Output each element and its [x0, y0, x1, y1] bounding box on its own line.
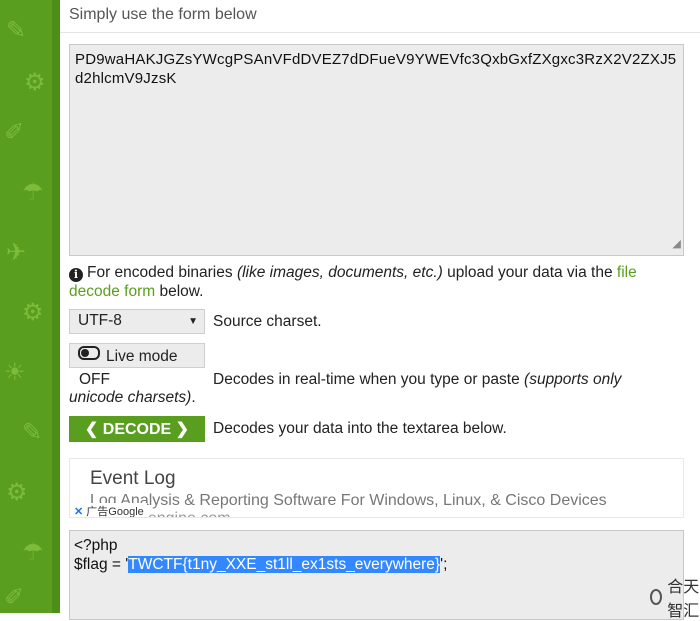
binary-info-text: i For encoded binaries (like images, docu… — [69, 264, 637, 300]
doodle-icon: ✎ — [6, 16, 27, 44]
doodle-icon: ☀ — [4, 358, 26, 386]
chevron-down-icon: ▼ — [188, 316, 198, 327]
info-icon: i — [69, 268, 83, 282]
encoded-input-value: PD9waHAKJGZsYWcgPSAnVFdDVEZ7dDFueV9YWEVf… — [75, 51, 677, 87]
decoded-output-textarea[interactable]: <?php $flag = 'TWCTF{t1ny_XXE_st1ll_ex1s… — [69, 530, 684, 620]
charset-selected-value: UTF-8 — [78, 312, 122, 329]
doodle-icon: ✐ — [4, 118, 25, 146]
content-border — [52, 0, 60, 613]
ad-badge-label: 广告Google — [86, 506, 144, 518]
encoded-input-textarea[interactable]: PD9waHAKJGZsYWcgPSAnVFdDVEZ7dDFueV9YWEVf… — [69, 44, 684, 256]
decode-description: Decodes your data into the textarea belo… — [213, 420, 507, 437]
doodle-icon: ☂ — [22, 178, 44, 206]
charset-select[interactable]: UTF-8 ▼ — [69, 309, 205, 334]
wechat-icon — [650, 589, 663, 605]
charset-label: Source charset. — [213, 313, 322, 330]
left-decorative-stripe: ✎ ⚙ ✐ ☂ ✈ ⚙ ☀ ✎ ⚙ ☂ ✐ — [0, 0, 52, 613]
doodle-icon: ⚙ — [22, 298, 44, 326]
ad-text: Log Analysis & Reporting Software For Wi… — [90, 492, 607, 509]
watermark: 合天智汇 — [650, 573, 700, 621]
doodle-icon: ✐ — [4, 583, 25, 611]
watermark-text: 合天智汇 — [667, 577, 700, 620]
doodle-icon: ☂ — [22, 538, 44, 566]
ad-title[interactable]: Event Log — [90, 468, 176, 490]
resize-grip-icon[interactable]: ◢ — [672, 235, 681, 254]
advertisement[interactable]: Event Log Log Analysis & Reporting Softw… — [69, 458, 684, 518]
output-line-2: $flag = 'TWCTF{t1ny_XXE_st1ll_ex1sts_eve… — [74, 556, 448, 573]
doodle-icon: ⚙ — [24, 68, 46, 96]
decode-button-label: DECODE — [102, 421, 172, 438]
close-icon[interactable]: ✕ — [74, 506, 83, 517]
form-intro-text: Simply use the form below — [69, 6, 257, 23]
live-mode-label: Live mode — [106, 348, 178, 365]
live-mode-description-cont: unicode charsets). — [69, 389, 196, 406]
selected-flag-text: TWCTF{t1ny_XXE_st1ll_ex1sts_everywhere} — [128, 556, 441, 573]
main-content: Simply use the form below PD9waHAKJGZsYW… — [60, 0, 700, 620]
doodle-icon: ⚙ — [6, 478, 28, 506]
toggle-icon — [78, 346, 100, 360]
live-mode-state: OFF — [79, 371, 110, 388]
doodle-icon: ✎ — [22, 418, 43, 446]
live-mode-button[interactable]: Live mode — [69, 343, 205, 368]
divider — [60, 32, 700, 33]
output-line-1: <?php — [74, 537, 118, 554]
live-mode-description: Decodes in real-time when you type or pa… — [213, 371, 622, 388]
decode-button[interactable]: ❮ DECODE ❯ — [69, 416, 205, 442]
ad-badge[interactable]: ✕ 广告Google — [71, 503, 147, 518]
chevron-left-icon: ❮ — [84, 421, 99, 438]
doodle-icon: ✈ — [6, 238, 27, 266]
chevron-right-icon: ❯ — [175, 421, 190, 438]
